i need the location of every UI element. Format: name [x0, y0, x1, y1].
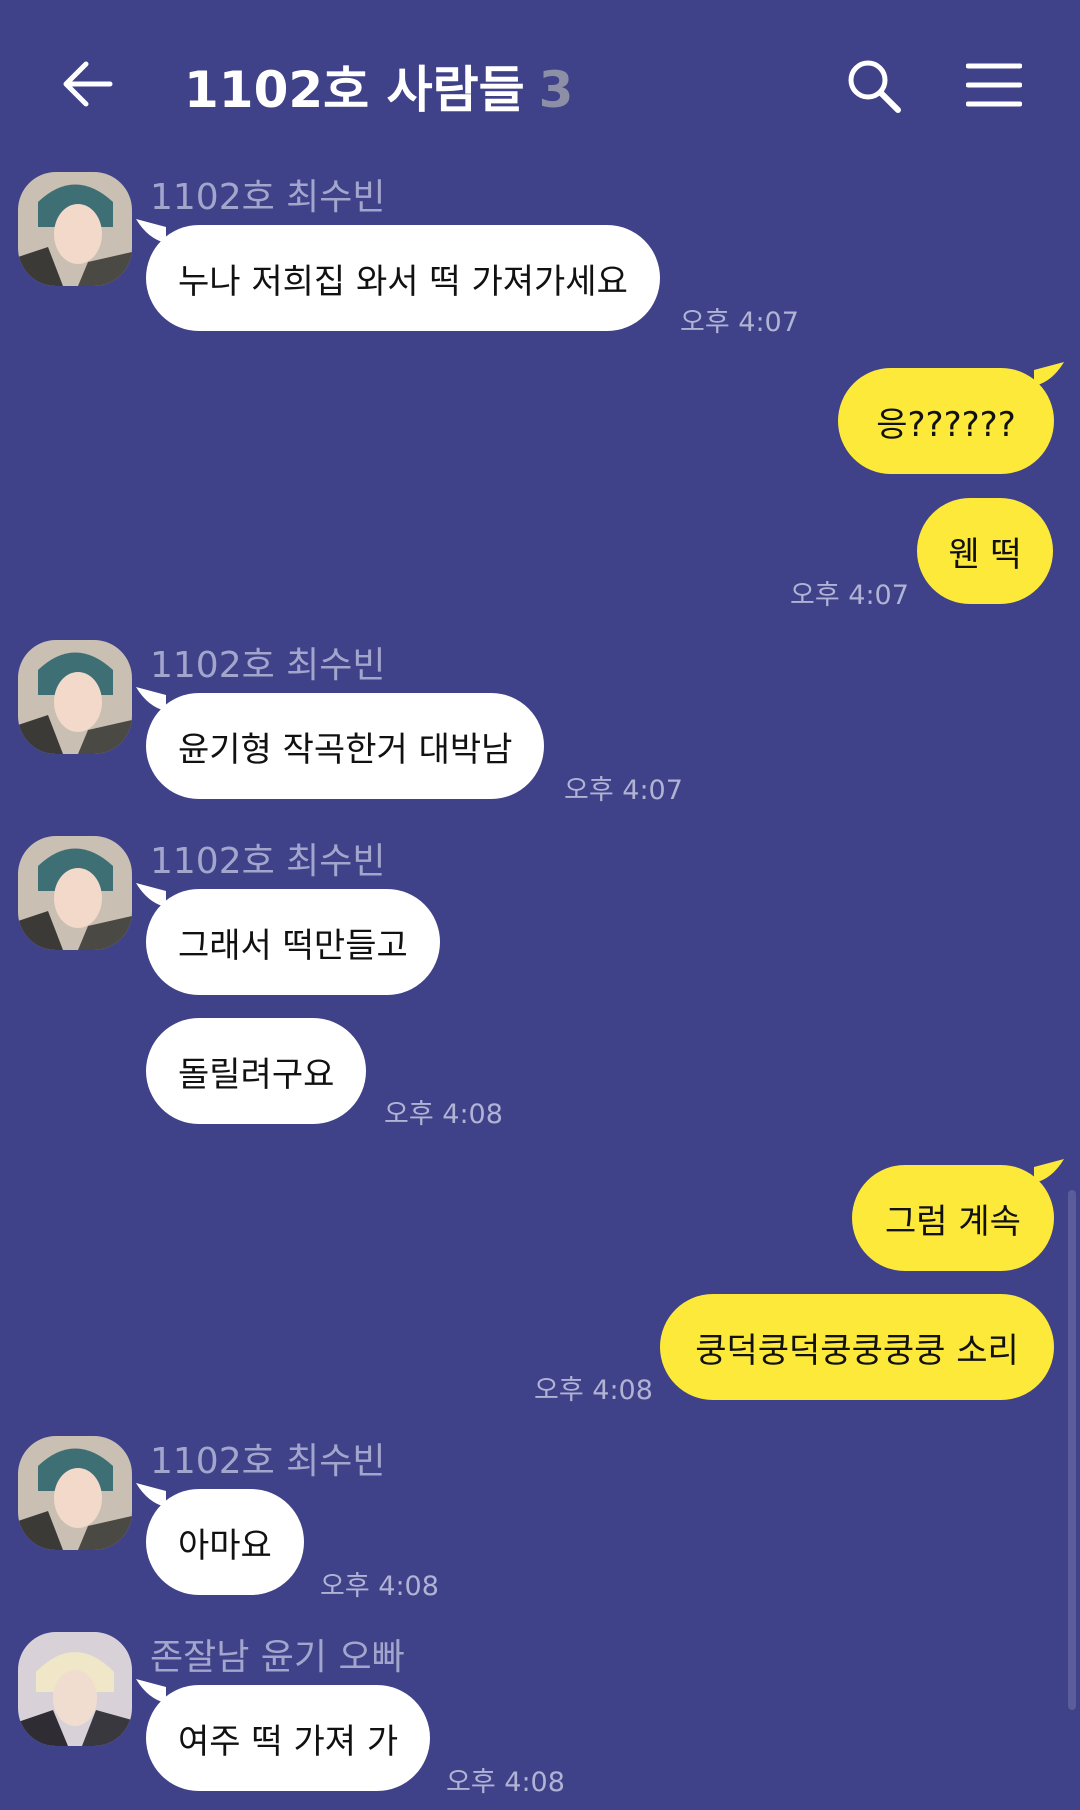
arrow-left-icon: [63, 61, 113, 107]
message-text: 돌릴려구요: [178, 1054, 335, 1095]
message-text: 응??????: [876, 404, 1016, 445]
bubble-tail: [136, 219, 166, 243]
sender-name: 1102호 최수빈: [150, 177, 386, 218]
chat-header: 1102호 사람들 3: [0, 0, 1080, 170]
message-text: 그럼 계속: [885, 1201, 1021, 1242]
message-timestamp: 오후 4:08: [446, 1767, 565, 1798]
message-timestamp: 오후 4:08: [534, 1375, 653, 1406]
search-button[interactable]: [846, 58, 902, 114]
message-text: 여주 떡 가져 가: [178, 1721, 399, 1762]
chat-room-title: 1102호 사람들 3: [184, 50, 573, 122]
avatar[interactable]: [18, 172, 132, 286]
chat-room-name: 1102호 사람들: [184, 61, 525, 119]
avatar[interactable]: [18, 836, 132, 950]
bubble-tail: [136, 1483, 166, 1507]
message-timestamp: 오후 4:07: [790, 580, 909, 611]
bubble-tail: [136, 687, 166, 711]
avatar[interactable]: [18, 1436, 132, 1550]
sender-name: 1102호 최수빈: [150, 1441, 386, 1482]
back-button[interactable]: [58, 58, 118, 110]
message-text: 윤기형 작곡한거 대박남: [178, 729, 513, 770]
sender-name: 1102호 최수빈: [150, 841, 386, 882]
message-bubble-outgoing[interactable]: 그럼 계속: [852, 1159, 1064, 1271]
message-text: 아마요: [178, 1525, 272, 1566]
message-bubble-incoming[interactable]: 돌릴려구요: [146, 1018, 367, 1124]
sender-name: 존잘남 윤기 오빠: [150, 1637, 405, 1678]
message-timestamp: 오후 4:08: [384, 1099, 503, 1130]
bubble-tail: [1034, 362, 1064, 386]
message-bubble-incoming[interactable]: 아마요: [136, 1483, 304, 1595]
avatar[interactable]: [18, 640, 132, 754]
message-bubble-incoming[interactable]: 그래서 떡만들고: [136, 883, 440, 995]
member-count: 3: [538, 61, 574, 119]
message-bubble-outgoing[interactable]: 쿵덕쿵덕쿵쿵쿵쿵 소리: [660, 1294, 1054, 1400]
message-text: 그래서 떡만들고: [178, 925, 408, 966]
bubble-tail: [1034, 1159, 1064, 1183]
scrollbar[interactable]: [1068, 1190, 1076, 1710]
message-text: 웬 떡: [948, 534, 1022, 575]
message-bubble-incoming[interactable]: 여주 떡 가져 가: [136, 1679, 431, 1791]
message-timestamp: 오후 4:08: [320, 1571, 439, 1602]
message-bubble-outgoing[interactable]: 웬 떡: [917, 498, 1053, 604]
bubble-tail: [136, 883, 166, 907]
message-text: 누나 저희집 와서 떡 가져가세요: [178, 261, 628, 302]
menu-button[interactable]: [965, 62, 1023, 108]
avatar[interactable]: [18, 1632, 132, 1746]
search-icon: [848, 60, 901, 113]
message-timestamp: 오후 4:07: [680, 307, 799, 338]
sender-name: 1102호 최수빈: [150, 645, 386, 686]
message-bubble-outgoing[interactable]: 응??????: [838, 362, 1064, 474]
bubble-tail: [136, 1679, 166, 1703]
message-text: 쿵덕쿵덕쿵쿵쿵쿵 소리: [695, 1330, 1019, 1371]
message-bubble-incoming[interactable]: 누나 저희집 와서 떡 가져가세요: [136, 219, 660, 331]
hamburger-menu-icon: [965, 63, 1023, 107]
message-bubble-incoming[interactable]: 윤기형 작곡한거 대박남: [136, 687, 545, 799]
message-timestamp: 오후 4:07: [564, 775, 683, 806]
